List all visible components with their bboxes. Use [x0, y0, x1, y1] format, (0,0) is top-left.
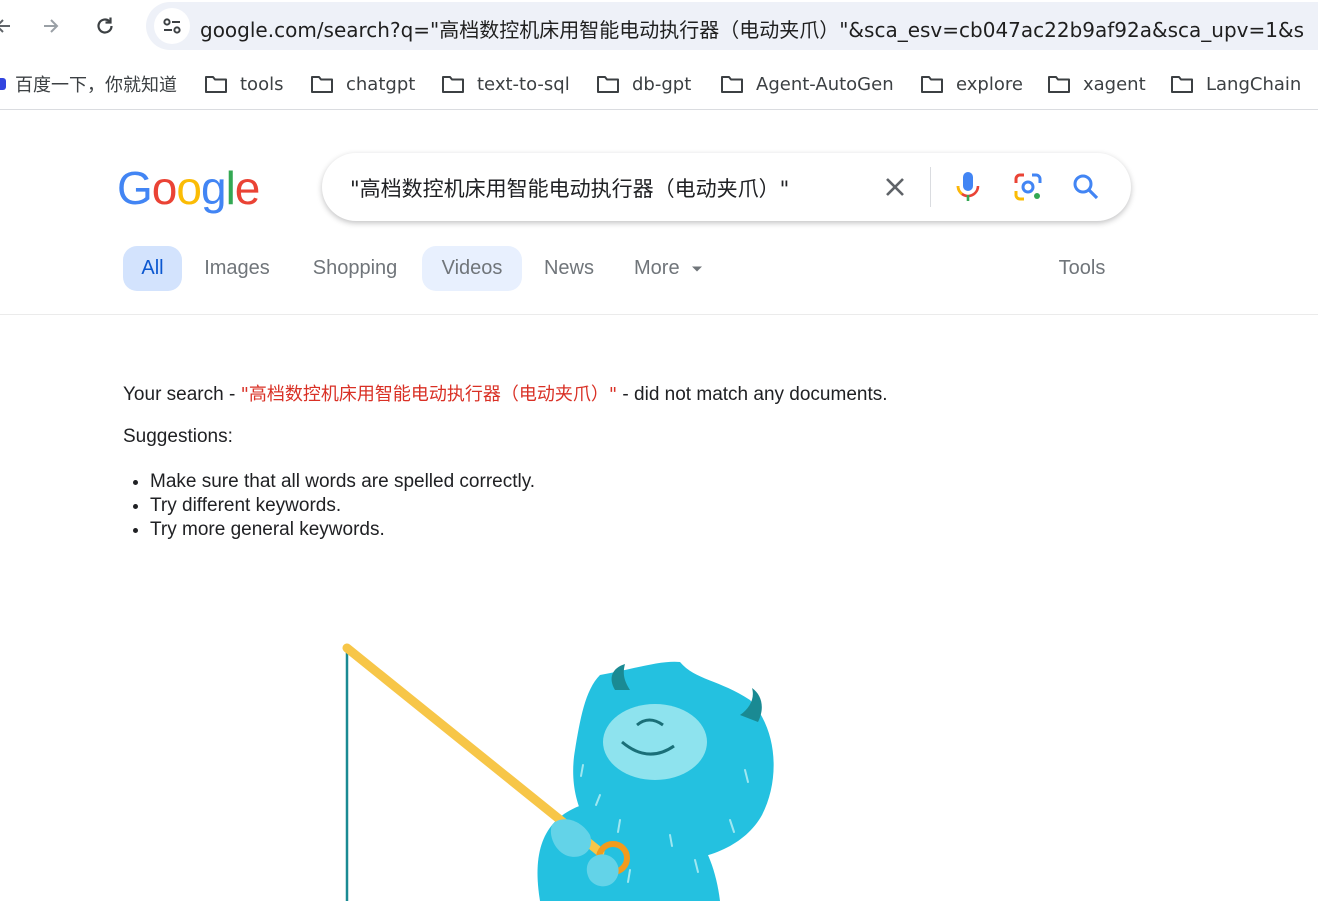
- tab-more[interactable]: More: [626, 246, 716, 291]
- search-input[interactable]: [350, 172, 860, 204]
- logo-letter: g: [200, 162, 227, 214]
- arrow-left-icon: [0, 19, 10, 33]
- folder-icon: [1048, 76, 1070, 93]
- folder-icon: [205, 76, 227, 93]
- site-info-button[interactable]: [154, 8, 190, 44]
- microphone-icon: [956, 172, 980, 201]
- fishing-mascot-illustration: [342, 643, 774, 901]
- caret-down-icon: [692, 266, 703, 272]
- no-results-message: Your search - "高档数控机床用智能电动执行器（电动夹爪）" - d…: [123, 380, 888, 406]
- bookmark-label: explore: [956, 73, 1023, 95]
- logo-letter: o: [151, 162, 178, 214]
- bookmark-baidu[interactable]: 百度一下，你就知道: [15, 72, 177, 96]
- reload-icon: [97, 17, 113, 34]
- bookmark-agent-autogen[interactable]: Agent-AutoGen: [720, 72, 894, 96]
- folder-icon: [921, 76, 943, 93]
- bookmark-label: tools: [240, 73, 284, 95]
- tune-icon: [163, 18, 181, 34]
- suggestions-title: Suggestions:: [123, 426, 233, 447]
- divider: [930, 167, 931, 207]
- bookmarks-bar: 百度一下，你就知道 tools chatgpt text-to-sql db-g…: [0, 58, 1318, 110]
- reload-button[interactable]: [87, 8, 123, 44]
- bookmark-tools[interactable]: tools: [204, 72, 283, 96]
- folder-icon: [311, 76, 333, 93]
- bookmark-langchain[interactable]: LangChain: [1170, 72, 1301, 96]
- search-box: [322, 153, 1131, 221]
- bookmark-label: db-gpt: [632, 73, 692, 95]
- message-query: "高档数控机床用智能电动执行器（电动夹爪）": [240, 384, 618, 405]
- tools-button[interactable]: Tools: [1047, 246, 1117, 291]
- search-icon: [1073, 174, 1099, 200]
- forward-button[interactable]: [32, 8, 68, 44]
- back-button[interactable]: [0, 8, 22, 44]
- bookmark-label: 百度一下，你就知道: [15, 75, 177, 96]
- tab-all[interactable]: All: [123, 246, 182, 291]
- baidu-icon: [0, 78, 6, 90]
- address-bar[interactable]: google.com/search?q="高档数控机床用智能电动执行器（电动夹爪…: [146, 2, 1318, 50]
- suggestion-item: Make sure that all words are spelled cor…: [150, 470, 535, 494]
- bookmark-label: LangChain: [1206, 73, 1302, 95]
- search-button[interactable]: [1066, 167, 1106, 207]
- bookmark-label: xagent: [1083, 73, 1146, 95]
- close-icon: [886, 178, 904, 196]
- logo-letter: G: [117, 162, 153, 214]
- google-logo[interactable]: Google: [117, 160, 261, 216]
- bookmark-text-to-sql[interactable]: text-to-sql: [441, 72, 570, 96]
- folder-icon: [721, 76, 743, 93]
- folder-icon: [597, 76, 619, 93]
- browser-toolbar: google.com/search?q="高档数控机床用智能电动执行器（电动夹爪…: [0, 0, 1318, 54]
- lens-search-button[interactable]: [1008, 167, 1048, 207]
- suggestions-list: Make sure that all words are spelled cor…: [150, 470, 535, 542]
- tab-more-label: More: [634, 257, 680, 279]
- bookmark-xagent[interactable]: xagent: [1047, 72, 1146, 96]
- url-text[interactable]: google.com/search?q="高档数控机床用智能电动执行器（电动夹爪…: [200, 14, 1304, 43]
- logo-letter: l: [225, 162, 236, 214]
- tab-shopping[interactable]: Shopping: [300, 246, 410, 291]
- logo-letter: e: [234, 162, 261, 214]
- tab-images[interactable]: Images: [192, 246, 282, 291]
- bookmark-label: Agent-AutoGen: [756, 73, 894, 95]
- folder-icon: [442, 76, 464, 93]
- bookmark-label: chatgpt: [346, 73, 416, 95]
- voice-search-button[interactable]: [948, 167, 988, 207]
- bookmark-explore[interactable]: explore: [920, 72, 1023, 96]
- suggestion-item: Try more general keywords.: [150, 518, 535, 542]
- bookmark-db-gpt[interactable]: db-gpt: [596, 72, 691, 96]
- camera-lens-icon: [1014, 173, 1042, 201]
- bookmark-label: text-to-sql: [477, 73, 570, 95]
- tab-videos[interactable]: Videos: [422, 246, 522, 291]
- bookmark-chatgpt[interactable]: chatgpt: [310, 72, 415, 96]
- folder-icon: [1171, 76, 1193, 93]
- search-tabs: All Images Shopping Videos News More Too…: [0, 245, 1318, 315]
- clear-search-button[interactable]: [875, 167, 915, 207]
- message-suffix: - did not match any documents.: [617, 384, 888, 405]
- arrow-right-icon: [44, 19, 59, 33]
- tab-news[interactable]: News: [532, 246, 606, 291]
- logo-letter: o: [176, 162, 202, 214]
- suggestion-item: Try different keywords.: [150, 494, 535, 518]
- message-prefix: Your search -: [123, 384, 241, 405]
